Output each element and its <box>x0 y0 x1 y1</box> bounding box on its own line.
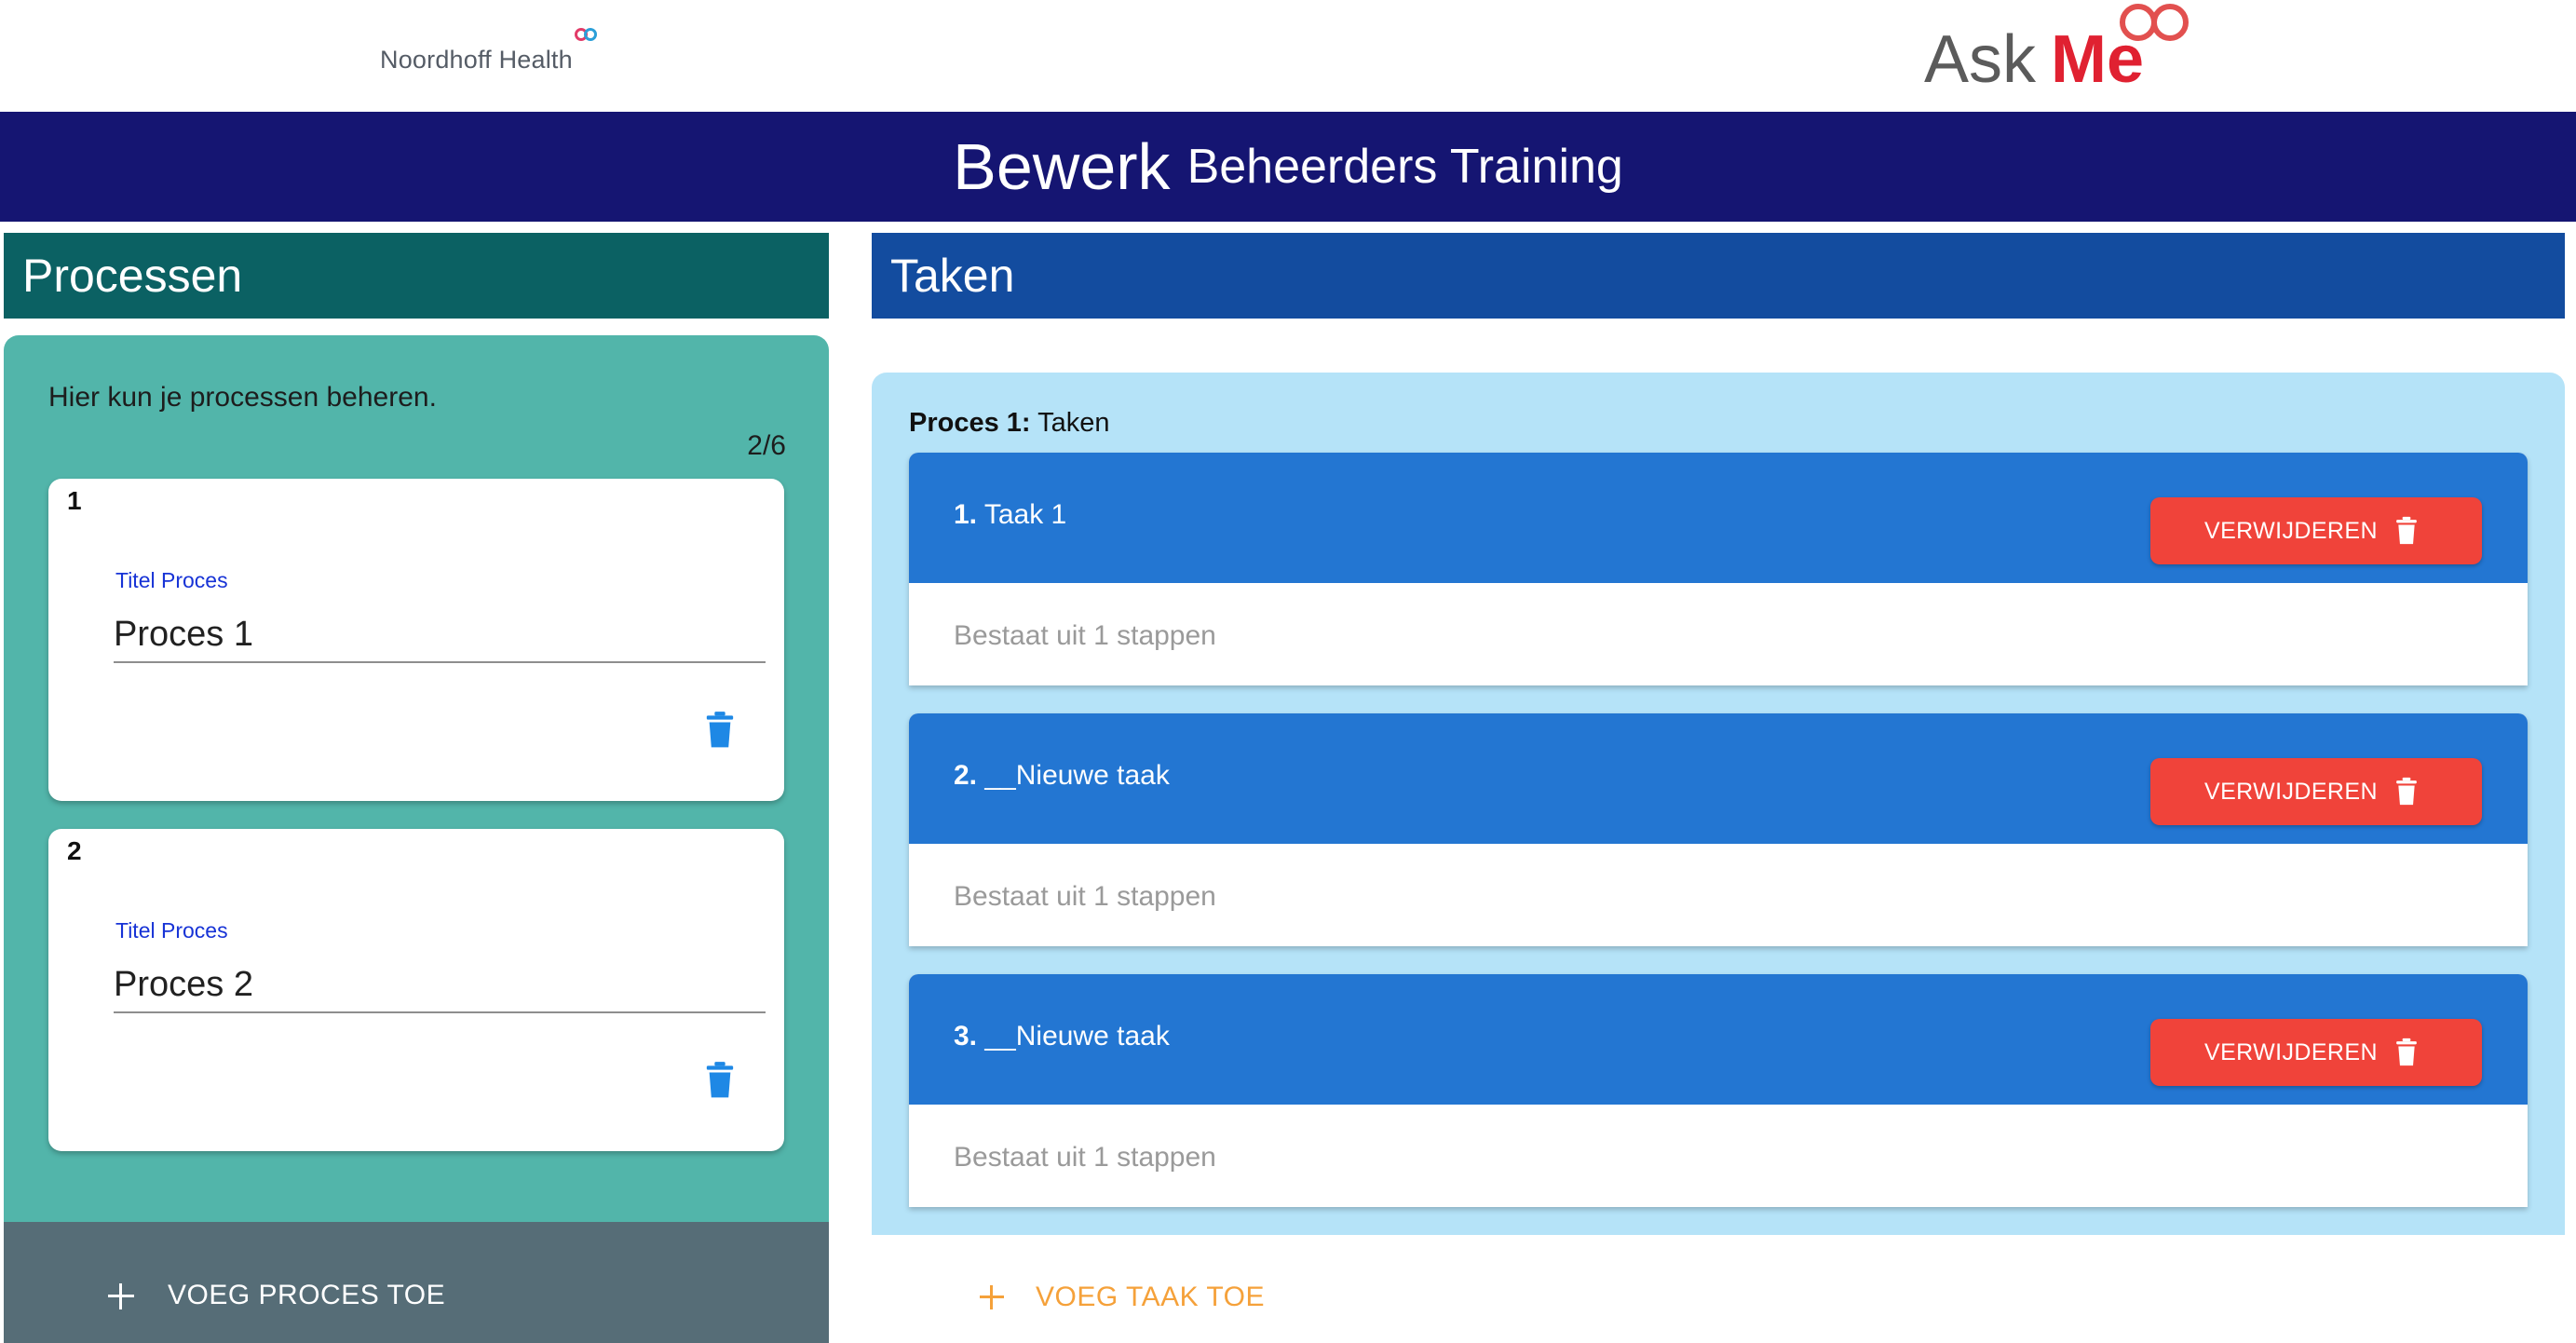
process-title-input[interactable] <box>114 607 766 663</box>
task-card-header: 3. __Nieuwe taak VERWIJDEREN <box>909 974 2528 1105</box>
task-number: 2. <box>954 760 978 791</box>
add-task-button[interactable]: VOEG TAAK TOE <box>872 1235 2565 1343</box>
delete-task-label: VERWIJDEREN <box>2204 779 2378 805</box>
task-card-header: 1. Taak 1 VERWIJDEREN <box>909 453 2528 583</box>
task-name: __Nieuwe taak <box>977 1021 1170 1051</box>
task-card: 2. __Nieuwe taak VERWIJDEREN Bestaat uit… <box>909 713 2528 946</box>
process-title-label: Titel Proces <box>115 918 228 943</box>
process-card-number: 2 <box>67 836 82 865</box>
trash-icon <box>2396 777 2417 806</box>
taken-heading-bar: Taken <box>872 233 2565 319</box>
delete-task-button[interactable]: VERWIJDEREN <box>2150 497 2482 564</box>
page-header: Bewerk Beheerders Training <box>0 112 2576 222</box>
delete-task-label: VERWIJDEREN <box>2204 518 2378 544</box>
trash-icon <box>2396 1038 2417 1066</box>
processen-count: 2/6 <box>747 430 786 461</box>
task-description: Bestaat uit 1 stappen <box>954 620 1216 651</box>
task-title[interactable]: 1. Taak 1 <box>954 499 1066 531</box>
delete-task-button[interactable]: VERWIJDEREN <box>2150 1019 2482 1086</box>
process-card: 1 Titel Proces <box>48 479 784 801</box>
logo-bar: Noordhoff Health Ask Me <box>0 0 2576 112</box>
processen-panel: Hier kun je processen beheren. 2/6 1 Tit… <box>4 335 829 1343</box>
task-number: 1. <box>954 499 978 530</box>
add-process-button[interactable]: VOEG PROCES TOE <box>4 1222 829 1343</box>
process-title-input[interactable] <box>114 957 766 1013</box>
task-number: 3. <box>954 1021 978 1051</box>
task-description: Bestaat uit 1 stappen <box>954 881 1216 912</box>
task-title[interactable]: 3. __Nieuwe taak <box>954 1021 1170 1052</box>
trash-icon[interactable] <box>704 712 736 749</box>
processen-intro-text: Hier kun je processen beheren. <box>48 382 437 413</box>
task-name: Taak 1 <box>977 499 1067 530</box>
trash-icon[interactable] <box>704 1062 736 1099</box>
task-title[interactable]: 2. __Nieuwe taak <box>954 760 1170 792</box>
taken-caption: Proces 1: Taken <box>909 408 1110 439</box>
plus-icon <box>108 1283 134 1309</box>
delete-task-button[interactable]: VERWIJDEREN <box>2150 758 2482 825</box>
ask-me-logo-ask: Ask <box>1924 22 2037 97</box>
processen-heading: Processen <box>22 250 243 302</box>
page-subtitle: Beheerders Training <box>1186 140 1623 194</box>
infinity-rings-icon <box>2120 4 2192 45</box>
noordhoff-health-logo-text: Noordhoff Health <box>380 46 573 74</box>
add-task-label: VOEG TAAK TOE <box>1036 1282 1266 1312</box>
add-process-label: VOEG PROCES TOE <box>168 1280 446 1310</box>
taken-caption-process: Proces 1: <box>909 408 1031 438</box>
taken-panel: Proces 1: Taken 1. Taak 1 VERWIJDEREN Be… <box>872 373 2565 1235</box>
processen-heading-bar: Processen <box>4 233 829 319</box>
plus-icon <box>980 1285 1004 1309</box>
delete-task-label: VERWIJDEREN <box>2204 1039 2378 1065</box>
task-card-header: 2. __Nieuwe taak VERWIJDEREN <box>909 713 2528 844</box>
ask-me-logo: Ask Me <box>1924 0 2203 102</box>
process-title-label: Titel Proces <box>115 568 228 592</box>
trash-icon <box>2396 516 2417 545</box>
infinity-rings-icon <box>574 28 603 48</box>
task-description: Bestaat uit 1 stappen <box>954 1142 1216 1173</box>
process-card: 2 Titel Proces <box>48 829 784 1151</box>
task-card: 1. Taak 1 VERWIJDEREN Bestaat uit 1 stap… <box>909 453 2528 685</box>
page-title: Bewerk <box>953 130 1171 203</box>
task-card: 3. __Nieuwe taak VERWIJDEREN Bestaat uit… <box>909 974 2528 1207</box>
process-card-number: 1 <box>67 486 82 515</box>
task-name: __Nieuwe taak <box>977 760 1170 791</box>
taken-heading: Taken <box>890 250 1015 302</box>
noordhoff-health-logo: Noordhoff Health <box>380 28 603 75</box>
taken-caption-rest: Taken <box>1030 408 1110 438</box>
